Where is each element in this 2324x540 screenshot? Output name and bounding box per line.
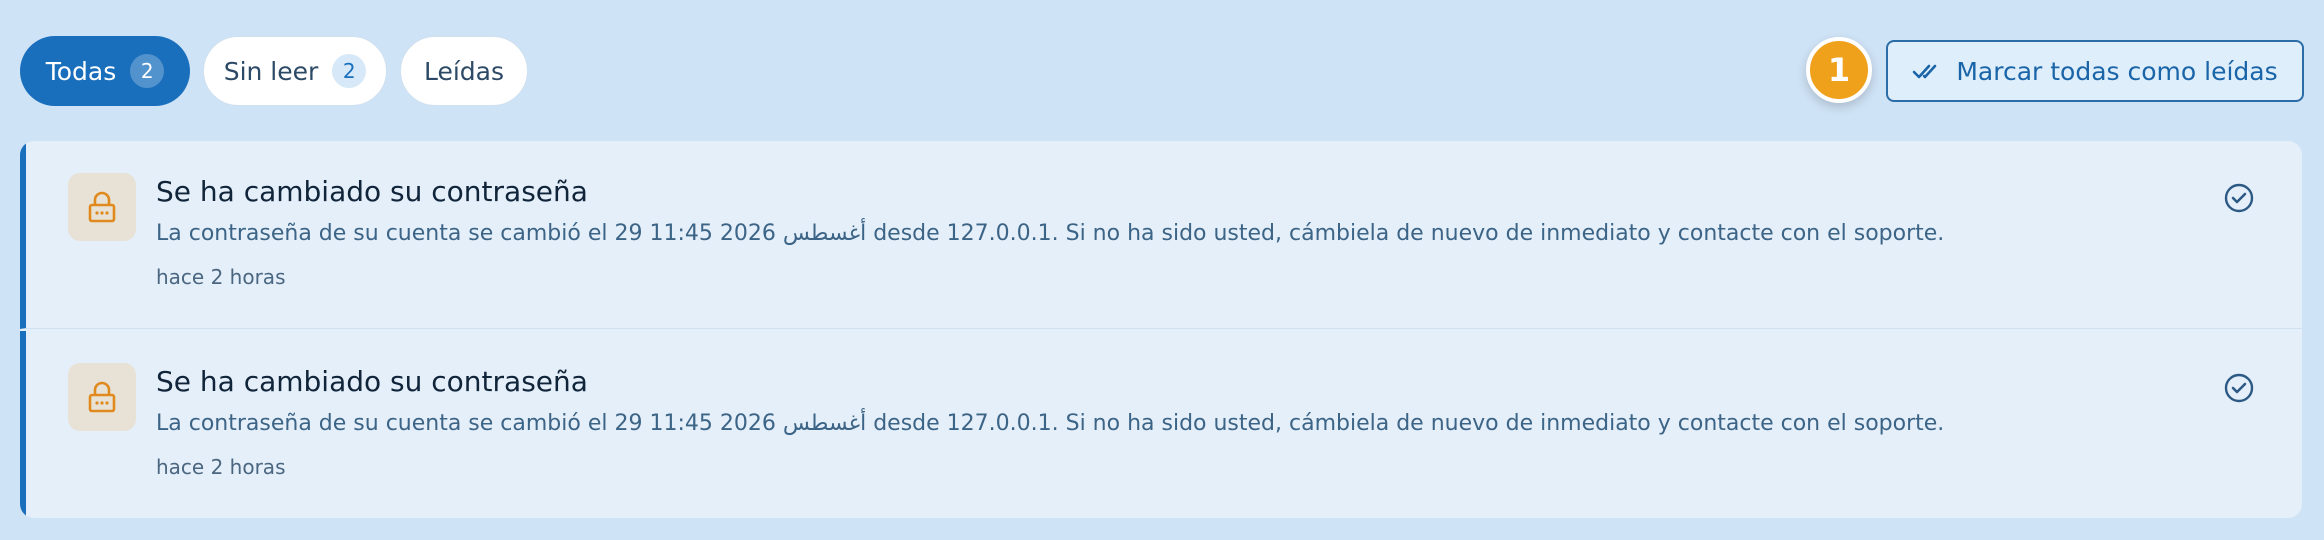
tab-all-label: Todas (45, 56, 117, 86)
notification-item[interactable]: Se ha cambiado su contraseña La contrase… (20, 141, 2302, 329)
notification-list: Se ha cambiado su contraseña La contrase… (20, 141, 2302, 518)
notification-item[interactable]: Se ha cambiado su contraseña La contrase… (20, 331, 2302, 518)
tab-unread-label: Sin leer (223, 56, 319, 86)
mark-all-read-button[interactable]: Marcar todas como leídas (1886, 40, 2304, 102)
notifications-toolbar: Todas 2 Sin leer 2 Leídas 1 Marcar todas… (0, 0, 2324, 142)
tab-read[interactable]: Leídas (400, 36, 528, 106)
lock-icon (68, 173, 136, 241)
step-badge: 1 (1806, 37, 1872, 103)
check-circle-icon[interactable] (2222, 371, 2256, 405)
double-check-icon (1912, 62, 1938, 80)
tab-unread[interactable]: Sin leer 2 (203, 36, 387, 106)
notification-body: La contraseña de su cuenta se cambió el … (156, 411, 1945, 436)
notification-time: hace 2 horas (156, 265, 286, 289)
notification-title: Se ha cambiado su contraseña (156, 365, 588, 398)
tab-all[interactable]: Todas 2 (20, 36, 190, 106)
notification-time: hace 2 horas (156, 455, 286, 479)
notification-body: La contraseña de su cuenta se cambió el … (156, 221, 1945, 246)
filter-tabs: Todas 2 Sin leer 2 Leídas (20, 36, 528, 106)
lock-icon (68, 363, 136, 431)
mark-all-read-label: Marcar todas como leídas (1956, 56, 2278, 86)
check-circle-icon[interactable] (2222, 181, 2256, 215)
tab-read-label: Leídas (423, 56, 505, 86)
tab-unread-count: 2 (332, 54, 367, 88)
tab-all-count: 2 (130, 54, 165, 88)
notification-title: Se ha cambiado su contraseña (156, 175, 588, 208)
